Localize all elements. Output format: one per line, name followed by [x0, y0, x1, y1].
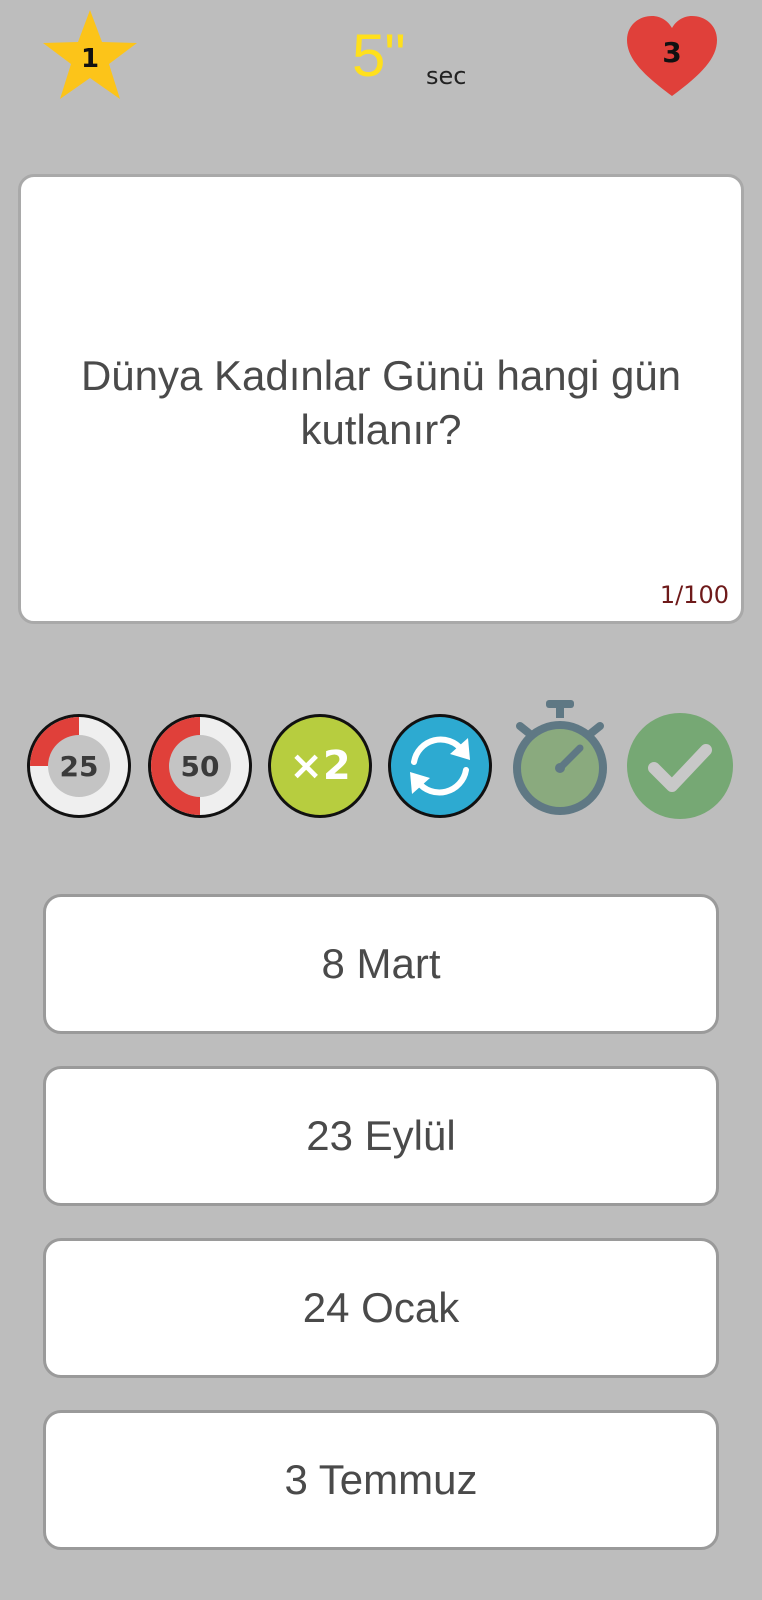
- joker-50-label: 50: [180, 749, 220, 783]
- swap-question-icon: [388, 714, 492, 818]
- lives-badge: 3: [624, 14, 720, 98]
- answer-option-3[interactable]: 24 Ocak: [43, 1238, 719, 1378]
- joker-50-button[interactable]: 50: [146, 712, 254, 820]
- score-badge: 1: [40, 8, 140, 104]
- stopwatch-icon: [513, 700, 607, 815]
- joker-swap-button[interactable]: [386, 712, 494, 820]
- answer-option-4[interactable]: 3 Temmuz: [43, 1410, 719, 1550]
- checkmark-icon: [627, 713, 733, 819]
- joker-check-button[interactable]: [626, 712, 734, 820]
- joker-x2-label: ×2: [289, 743, 351, 789]
- timer-value: 5": [352, 22, 406, 89]
- joker-x2-button[interactable]: ×2: [266, 712, 374, 820]
- lives-value: 3: [662, 35, 682, 69]
- joker-25-button[interactable]: 25: [25, 712, 133, 820]
- question-counter: 1/100: [659, 581, 729, 609]
- score-value: 1: [80, 44, 100, 74]
- answer-option-2[interactable]: 23 Eylül: [43, 1066, 719, 1206]
- answer-option-1[interactable]: 8 Mart: [43, 894, 719, 1034]
- question-text: Dünya Kadınlar Günü hangi gün kutlanır?: [80, 352, 682, 453]
- timer-unit: sec: [426, 62, 467, 90]
- joker-time-button[interactable]: [506, 698, 614, 822]
- joker-25-label: 25: [59, 749, 99, 783]
- question-card: Dünya Kadınlar Günü hangi gün kutlanır? …: [18, 174, 744, 624]
